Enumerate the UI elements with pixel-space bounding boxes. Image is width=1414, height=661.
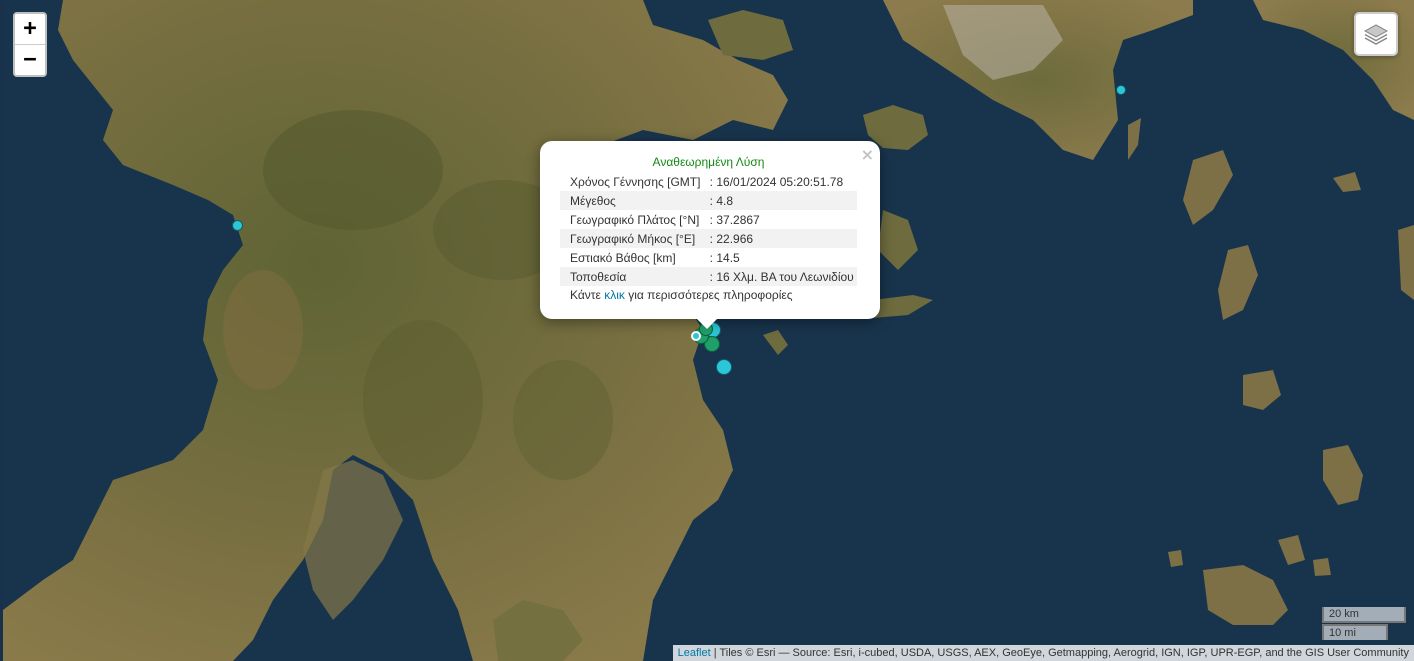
popup-tip: [695, 317, 719, 329]
popup-title: Αναθεωρημένη Λύση: [652, 155, 765, 169]
zoom-control: + −: [13, 12, 47, 77]
layers-icon: [1363, 24, 1389, 45]
footer-text-post: για περισσότερες πληροφορίες: [624, 288, 793, 302]
row-label: Γεωγραφικό Πλάτος [°N]: [570, 212, 700, 227]
table-row: Χρόνος Γέννησης [GMT] : 16/01/2024 05:20…: [560, 172, 857, 191]
row-value: : 14.5: [709, 250, 740, 265]
row-label: Χρόνος Γέννησης [GMT]: [570, 174, 701, 189]
row-label: Τοποθεσία: [560, 267, 708, 286]
layers-button[interactable]: [1354, 12, 1398, 56]
footer-text-pre: Κάντε: [570, 288, 605, 302]
scale-mi: 10 mi: [1322, 624, 1388, 640]
row-label: Γεωγραφικό Μήκος [°E]: [560, 229, 708, 248]
table-row: Γεωγραφικό Πλάτος [°N] : 37.2867: [560, 210, 857, 229]
map-canvas[interactable]: × Αναθεωρημένη Λύση Χρόνος Γέννησης [GMT…: [3, 0, 1414, 661]
earthquake-popup: × Αναθεωρημένη Λύση Χρόνος Γέννησης [GMT…: [540, 141, 880, 329]
earthquake-marker[interactable]: [716, 359, 732, 375]
leaflet-link[interactable]: Leaflet: [678, 647, 711, 659]
row-value: : 22.966: [707, 229, 857, 248]
popup-close-button[interactable]: ×: [861, 145, 874, 164]
zoom-out-button[interactable]: −: [15, 45, 45, 75]
earthquake-details-table: Χρόνος Γέννησης [GMT] : 16/01/2024 05:20…: [560, 172, 857, 286]
earthquake-marker[interactable]: [232, 220, 243, 231]
row-label: Εστιακό Βάθος [km]: [570, 250, 676, 265]
table-row: Μέγεθος : 4.8: [560, 191, 857, 210]
table-row: Τοποθεσία : 16 Χλμ. ΒΑ του Λεωνιδίου: [560, 267, 857, 286]
row-value: : 4.8: [707, 191, 857, 210]
row-value: : 16/01/2024 05:20:51.78: [709, 174, 844, 189]
more-info-link[interactable]: κλικ: [604, 288, 625, 302]
popup-footer: Κάντε κλικ για περισσότερες πληροφορίες: [570, 288, 793, 302]
scale-km: 20 km: [1322, 607, 1406, 623]
earthquake-marker[interactable]: [1116, 85, 1126, 95]
map-attribution: Leaflet | Tiles © Esri — Source: Esri, i…: [672, 645, 1414, 661]
zoom-in-button[interactable]: +: [15, 14, 45, 45]
row-value: : 16 Χλμ. ΒΑ του Λεωνιδίου: [707, 267, 857, 286]
row-label: Μέγεθος: [560, 191, 708, 210]
row-value: : 37.2867: [709, 212, 760, 227]
earthquake-marker-selected[interactable]: [691, 331, 701, 341]
table-row: Γεωγραφικό Μήκος [°E] : 22.966: [560, 229, 857, 248]
table-row: Εστιακό Βάθος [km] : 14.5: [560, 248, 857, 267]
scale-bar: 20 km 10 mi: [1322, 607, 1406, 640]
attribution-text: | Tiles © Esri — Source: Esri, i-cubed, …: [710, 647, 1409, 659]
